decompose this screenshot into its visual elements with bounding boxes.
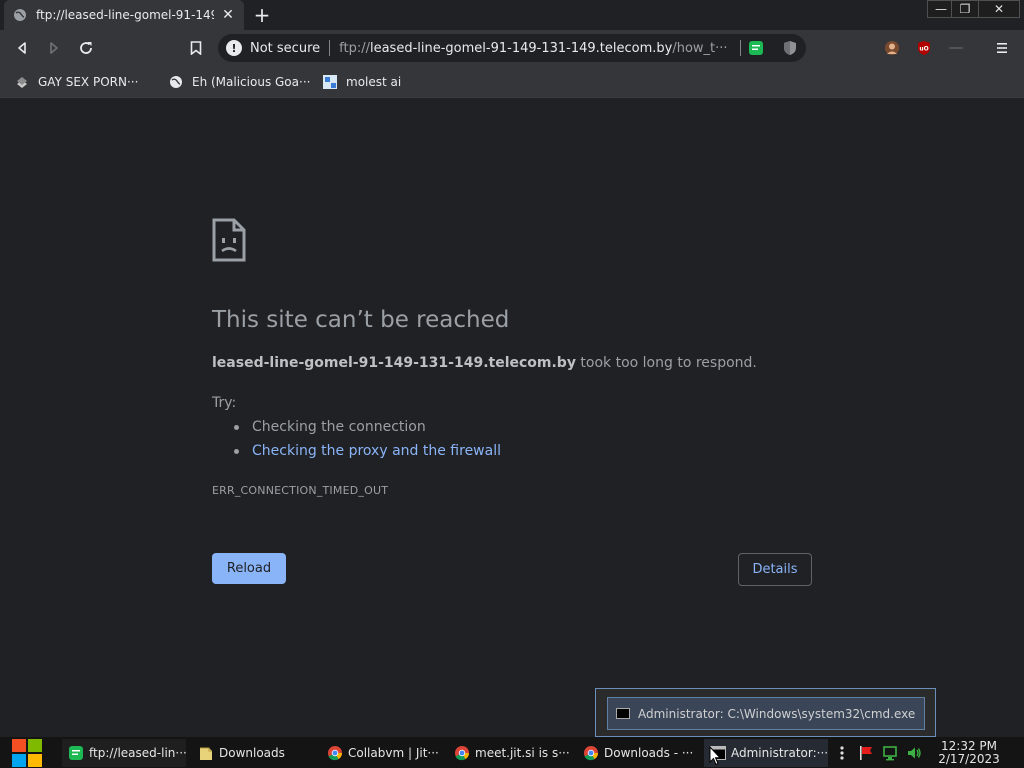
window-close-button[interactable]: ✕ xyxy=(978,0,1020,18)
clock-date: 2/17/2023 xyxy=(938,752,1000,766)
chrome-icon xyxy=(454,745,470,761)
taskbar: ftp://leased-lin··· Downloads Collabvm |… xyxy=(0,737,1024,768)
cmd-icon xyxy=(616,708,630,719)
browser-toolbar: ! Not secure ftp://leased-line-gomel-91-… xyxy=(0,30,1024,66)
extension-icon[interactable] xyxy=(946,38,966,58)
bookmark-star-icon[interactable] xyxy=(186,38,206,58)
error-host: leased-line-gomel-91-149-131-149.telecom… xyxy=(212,355,576,371)
extension-chat-icon[interactable] xyxy=(748,40,764,56)
taskbar-item[interactable]: Administrator:··· xyxy=(704,739,828,767)
bullet xyxy=(234,424,239,430)
bookmarks-bar: GAY SEX PORN··· Eh (Malicious Goa··· mol… xyxy=(0,66,1024,98)
suggestion-item: Checking the connection xyxy=(234,419,426,435)
reload-button[interactable]: Reload xyxy=(212,553,286,584)
start-button[interactable] xyxy=(10,737,44,768)
windows-logo-icon xyxy=(12,738,42,767)
back-icon[interactable] xyxy=(12,38,32,58)
svg-text:uO: uO xyxy=(919,46,928,53)
url-host: leased-line-gomel-91-149-131-149.telecom… xyxy=(369,40,673,56)
restore-button[interactable]: ❐ xyxy=(951,0,979,18)
suggestion-link[interactable]: Checking the proxy and the firewall xyxy=(234,443,501,459)
network-icon[interactable] xyxy=(882,745,898,761)
volume-icon[interactable] xyxy=(906,745,922,761)
taskbar-item-label: Administrator:··· xyxy=(731,746,828,760)
sad-page-icon xyxy=(212,218,246,266)
suggestion-text: Checking the connection xyxy=(252,419,426,435)
chrome-icon xyxy=(327,745,343,761)
site-icon xyxy=(322,74,338,90)
taskbar-item-label: ftp://leased-lin··· xyxy=(89,746,186,760)
tab-close-icon[interactable]: ✕ xyxy=(220,7,236,23)
taskbar-item-label: Downloads xyxy=(219,746,285,760)
system-tray xyxy=(836,737,922,768)
error-page: This site can’t be reached leased-line-g… xyxy=(0,99,1024,737)
taskbar-item[interactable]: Downloads - ··· xyxy=(577,739,701,767)
mouse-cursor-icon xyxy=(709,745,722,768)
avatar[interactable] xyxy=(882,38,902,58)
bookmark-item[interactable]: molest ai xyxy=(322,73,401,91)
flag-icon[interactable] xyxy=(858,745,874,761)
reload-icon[interactable] xyxy=(76,38,96,58)
tab-title: ftp://leased-line-gomel-91-149-1 xyxy=(36,8,214,22)
security-label[interactable]: Not secure xyxy=(250,41,320,56)
taskbar-preview-popup: Administrator: C:\Windows\system32\cmd.e… xyxy=(595,688,936,737)
taskbar-item-label: Collabvm | Jit··· xyxy=(348,746,439,760)
taskbar-item[interactable]: ftp://leased-lin··· xyxy=(62,739,186,767)
try-label: Try: xyxy=(212,395,237,411)
taskbar-item[interactable]: Downloads xyxy=(192,739,314,767)
url-text[interactable]: ftp://leased-line-gomel-91-149-131-149.t… xyxy=(339,41,733,56)
bookmark-label: GAY SEX PORN··· xyxy=(38,75,139,89)
address-bar[interactable]: ! Not secure ftp://leased-line-gomel-91-… xyxy=(218,34,806,62)
error-title: This site can’t be reached xyxy=(212,307,510,333)
clock[interactable]: 12:32 PM 2/17/2023 xyxy=(936,740,1002,766)
separator xyxy=(740,40,741,56)
error-code: ERR_CONNECTION_TIMED_OUT xyxy=(212,484,389,497)
bookmark-label: Eh (Malicious Goa··· xyxy=(192,75,311,89)
chat-icon xyxy=(68,745,84,761)
new-tab-button[interactable]: + xyxy=(252,5,272,25)
menu-icon[interactable] xyxy=(992,38,1012,58)
globe-icon xyxy=(12,7,28,23)
bullet xyxy=(234,448,239,454)
error-message-suffix: took too long to respond. xyxy=(580,355,757,371)
bookmark-item[interactable]: GAY SEX PORN··· xyxy=(14,73,138,91)
taskbar-item-label: Downloads - ··· xyxy=(604,746,694,760)
suggestion-link-text[interactable]: Checking the proxy and the firewall xyxy=(252,443,501,459)
globe-icon xyxy=(168,74,184,90)
browser-tab[interactable]: ftp://leased-line-gomel-91-149-1 ✕ xyxy=(4,0,244,30)
chrome-icon xyxy=(583,745,599,761)
preview-window-title: Administrator: C:\Windows\system32\cmd.e… xyxy=(638,706,916,721)
details-button[interactable]: Details xyxy=(738,553,812,586)
not-secure-icon[interactable]: ! xyxy=(226,40,242,56)
taskbar-item-label: meet.jit.si is s··· xyxy=(475,746,570,760)
bookmark-item[interactable]: Eh (Malicious Goa··· xyxy=(168,73,310,91)
url-scheme: ftp:// xyxy=(339,40,370,56)
bookmark-label: molest ai xyxy=(346,75,402,89)
error-message: leased-line-gomel-91-149-131-149.telecom… xyxy=(212,355,757,371)
ublock-icon[interactable]: uO xyxy=(914,38,934,58)
forward-icon[interactable] xyxy=(44,38,64,58)
preview-window-item[interactable]: Administrator: C:\Windows\system32\cmd.e… xyxy=(607,697,925,730)
shield-icon[interactable] xyxy=(782,40,798,56)
separator xyxy=(329,40,331,56)
more-icon[interactable] xyxy=(836,745,848,761)
tab-strip: ftp://leased-line-gomel-91-149-1 ✕ + — ❐… xyxy=(0,0,1024,30)
url-path: /how_t··· xyxy=(672,40,728,56)
bookmark-icon xyxy=(14,74,30,90)
taskbar-item[interactable]: Collabvm | Jit··· xyxy=(321,739,443,767)
taskbar-item[interactable]: meet.jit.si is s··· xyxy=(448,739,572,767)
desktop: ftp://leased-line-gomel-91-149-1 ✕ + — ❐… xyxy=(0,0,1024,768)
folder-icon xyxy=(198,745,214,761)
